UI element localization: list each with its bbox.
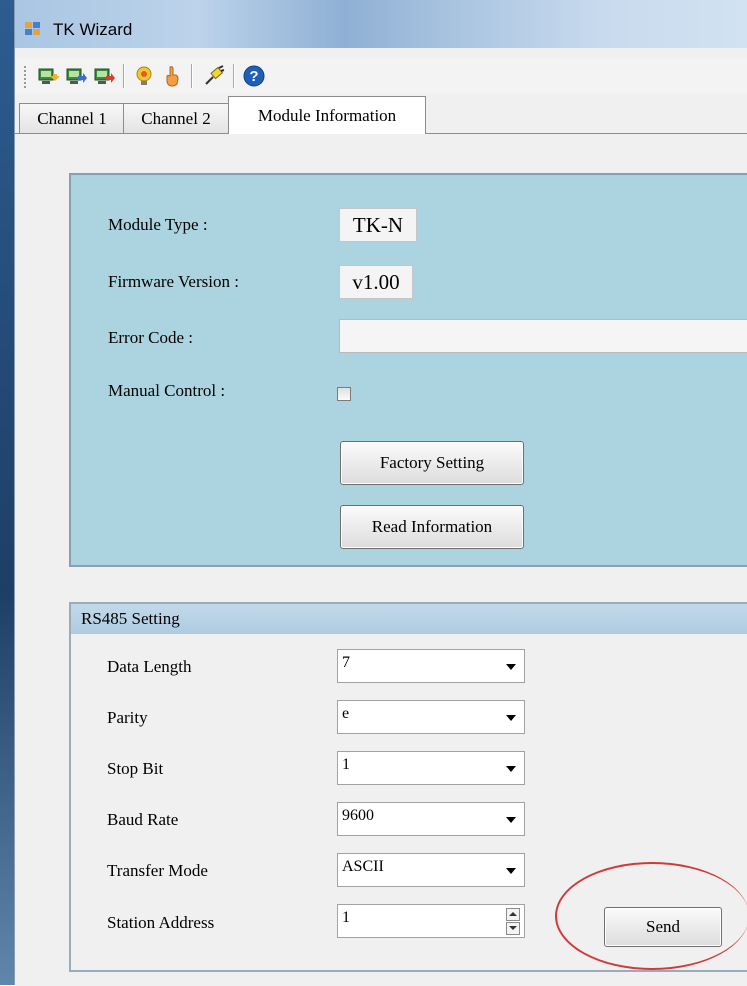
tab-module-information[interactable]: Module Information (228, 96, 426, 134)
chevron-down-icon (506, 766, 516, 772)
firmware-version-value: v1.00 (339, 265, 413, 299)
hand-icon[interactable] (159, 64, 185, 88)
svg-text:?: ? (249, 68, 258, 85)
error-code-field (339, 319, 747, 353)
upload-icon[interactable] (35, 64, 61, 88)
toolbar-separator (191, 64, 193, 88)
highlight-circle (555, 862, 747, 970)
toolbar-grip[interactable] (24, 66, 29, 88)
stop-bit-label: Stop Bit (107, 759, 164, 778)
data-length-value: 7 (342, 654, 350, 671)
data-length-select[interactable]: 7 (337, 649, 525, 683)
error-code-label: Error Code : (108, 328, 193, 347)
module-type-value: TK-N (339, 208, 417, 242)
chevron-down-icon (506, 868, 516, 874)
factory-setting-button[interactable]: Factory Setting (340, 441, 524, 485)
transfer-mode-value: ASCII (342, 858, 384, 875)
title-bar: TK Wizard (15, 0, 747, 48)
module-type-label: Module Type : (108, 215, 208, 234)
download-icon[interactable] (63, 64, 89, 88)
transfer-mode-select[interactable]: ASCII (337, 853, 525, 887)
toolbar: ? (15, 58, 747, 94)
manual-control-label: Manual Control : (108, 381, 226, 400)
download-red-icon[interactable] (91, 64, 117, 88)
connect-icon[interactable] (201, 64, 227, 88)
station-address-value: 1 (342, 909, 350, 926)
chevron-down-icon (506, 817, 516, 823)
transfer-mode-label: Transfer Mode (107, 861, 208, 880)
window-title: TK Wizard (53, 20, 133, 39)
stepper-down-icon[interactable] (506, 922, 520, 935)
station-address-label: Station Address (107, 913, 215, 932)
tk-wizard-window: TK Wizard ? Channel 1 Channel 2 Module I… (14, 0, 747, 986)
module-info-panel: Module Type : TK-N Firmware Version : v1… (69, 173, 747, 567)
station-address-stepper[interactable]: 1 (337, 904, 525, 938)
tab-channel-1[interactable]: Channel 1 (19, 103, 125, 134)
chevron-down-icon (506, 715, 516, 721)
tab-strip: Channel 1 Channel 2 Module Information (15, 96, 747, 134)
baud-rate-label: Baud Rate (107, 810, 179, 829)
help-icon[interactable]: ? (241, 64, 267, 88)
chevron-down-icon (506, 664, 516, 670)
parity-value: e (342, 705, 350, 722)
firmware-version-label: Firmware Version : (108, 272, 239, 291)
rs485-title: RS485 Setting (81, 609, 180, 628)
toolbar-separator (233, 64, 235, 88)
parity-label: Parity (107, 708, 148, 727)
baud-rate-value: 9600 (342, 807, 374, 824)
read-information-button[interactable]: Read Information (340, 505, 524, 549)
bulb-icon[interactable] (131, 64, 157, 88)
app-icon (25, 22, 41, 36)
parity-select[interactable]: e (337, 700, 525, 734)
data-length-label: Data Length (107, 657, 192, 676)
baud-rate-select[interactable]: 9600 (337, 802, 525, 836)
stepper-up-icon[interactable] (506, 908, 520, 921)
toolbar-separator (123, 64, 125, 88)
rs485-header: RS485 Setting (71, 604, 747, 634)
module-information-page: Module Type : TK-N Firmware Version : v1… (15, 133, 747, 986)
stop-bit-select[interactable]: 1 (337, 751, 525, 785)
tab-channel-2[interactable]: Channel 2 (123, 103, 229, 134)
stop-bit-value: 1 (342, 756, 350, 773)
desktop-edge (0, 0, 14, 985)
manual-control-checkbox[interactable] (337, 387, 351, 401)
